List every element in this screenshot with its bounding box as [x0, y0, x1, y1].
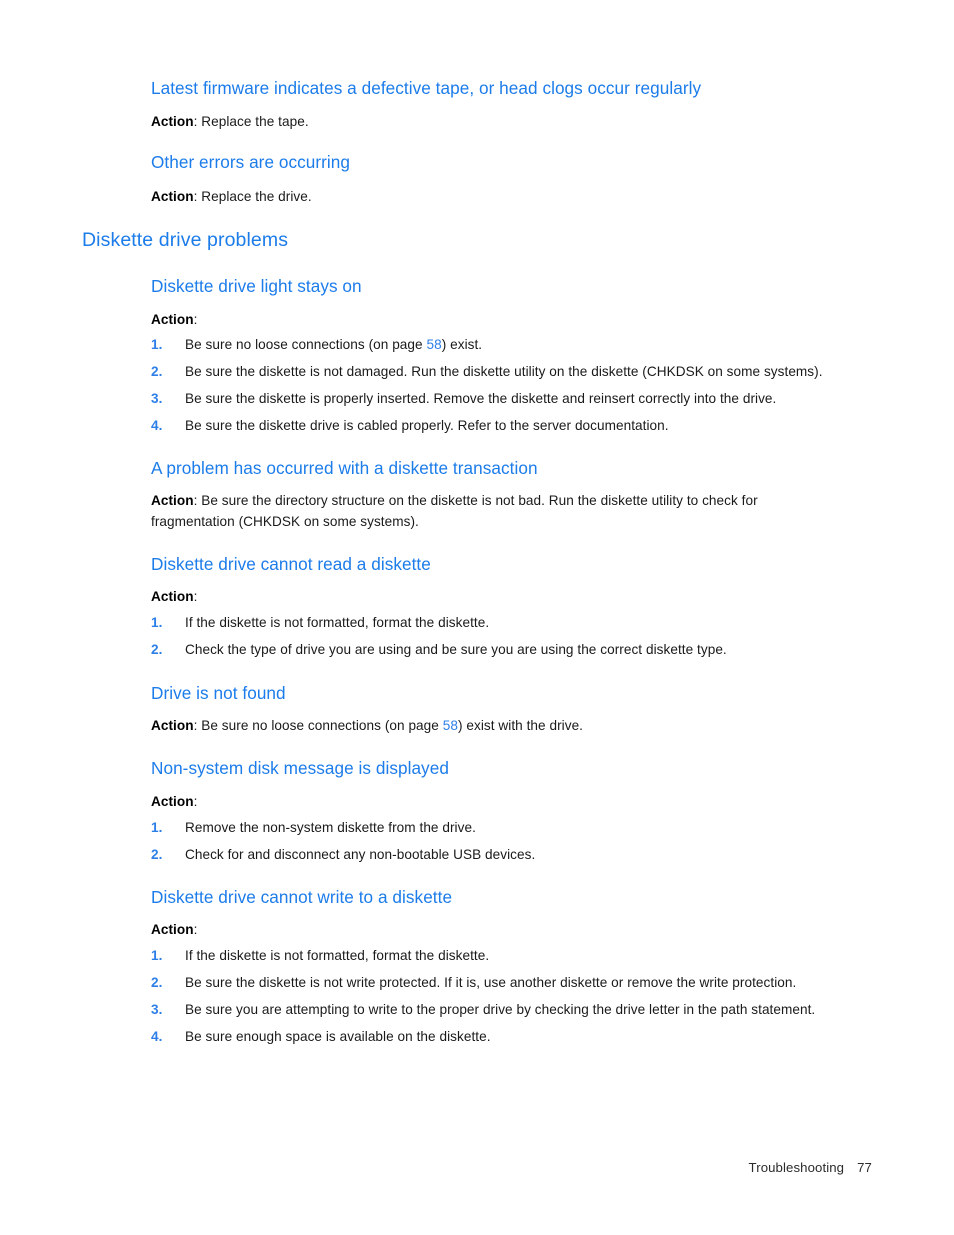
heading-diskette-light-stays-on: Diskette drive light stays on [151, 276, 362, 296]
list-item: 1. If the diskette is not formatted, form… [151, 612, 489, 633]
action-text: Replace the drive. [201, 189, 312, 204]
list-text: Check the type of drive you are using an… [185, 642, 727, 657]
list-text: Remove the non-system diskette from the … [185, 820, 476, 835]
action-label-non-system-disk: Action: [151, 791, 197, 812]
heading-drive-not-found: Drive is not found [151, 683, 286, 703]
action-label: Action [151, 493, 194, 508]
action-label: Action [151, 794, 194, 809]
list-number: 1. [151, 820, 163, 835]
list-text: Be sure you are attempting to write to t… [185, 1002, 816, 1017]
action-other-errors: Action: Replace the drive. [151, 186, 312, 207]
action-label: Action [151, 589, 194, 604]
action-label: Action [151, 718, 194, 733]
action-label-diskette-light: Action: [151, 309, 197, 330]
action-label: Action [151, 312, 194, 327]
list-text: Check for and disconnect any non-bootabl… [185, 847, 536, 862]
list-item: 1. Be sure no loose connections (on page … [151, 334, 482, 355]
action-label-cannot-read: Action: [151, 586, 197, 607]
action-latest-firmware: Action: Replace the tape. [151, 111, 309, 132]
list-text: If the diskette is not formatted, format… [185, 948, 490, 963]
list-text: If the diskette is not formatted, format… [185, 615, 490, 630]
action-label: Action [151, 922, 194, 937]
list-item: 2. Be sure the diskette is not damaged. R… [151, 361, 823, 382]
list-number: 1. [151, 615, 163, 630]
list-number: 2. [151, 847, 163, 862]
list-item: 2. Be sure the diskette is not write prot… [151, 972, 796, 993]
heading-non-system-disk: Non-system disk message is displayed [151, 758, 449, 778]
heading-diskette-drive-problems: Diskette drive problems [82, 229, 289, 251]
heading-latest-firmware: Latest firmware indicates a defective ta… [151, 78, 702, 98]
list-text: Be sure no loose connections (on page 58… [185, 337, 482, 352]
list-text-post: ) exist. [441, 337, 483, 352]
heading-cannot-write-diskette: Diskette drive cannot write to a diskett… [151, 887, 453, 907]
action-label: Action [151, 189, 194, 204]
document-page: Latest firmware indicates a defective ta… [0, 0, 954, 1235]
list-number: 3. [151, 391, 163, 406]
list-text: Be sure the diskette is not write protec… [185, 975, 797, 990]
heading-cannot-read-diskette: Diskette drive cannot read a diskette [151, 554, 431, 574]
list-item: 4. Be sure the diskette drive is cabled p… [151, 415, 669, 436]
action-text-pre: Be sure no loose connections (on page [201, 718, 443, 733]
list-text: Be sure enough space is available on the… [185, 1029, 491, 1044]
page-xref-link[interactable]: 58 [443, 718, 458, 733]
action-separator: : [193, 312, 198, 327]
action-label-cannot-write: Action: [151, 919, 197, 940]
action-problem-diskette-transaction: Action: Be sure the directory structure … [151, 490, 823, 532]
heading-other-errors: Other errors are occurring [151, 152, 351, 172]
list-number: 1. [151, 337, 163, 352]
list-item: 2. Check the type of drive you are using … [151, 639, 727, 660]
list-number: 1. [151, 948, 163, 963]
action-text-post: ) exist with the drive. [457, 718, 583, 733]
footer-page-number: 77 [857, 1160, 872, 1175]
list-text: Be sure the diskette drive is cabled pro… [185, 418, 669, 433]
list-number: 2. [151, 364, 163, 379]
page-footer: Troubleshooting 77 [749, 1160, 872, 1175]
action-label: Action [151, 114, 194, 129]
list-number: 2. [151, 642, 163, 657]
action-text: Replace the tape. [201, 114, 309, 129]
list-item: 2. Check for and disconnect any non-boota… [151, 844, 535, 865]
list-item: 3. Be sure you are attempting to write to… [151, 999, 815, 1020]
action-separator: : [193, 589, 198, 604]
action-drive-not-found: Action: Be sure no loose connections (on… [151, 715, 583, 736]
list-number: 4. [151, 1029, 163, 1044]
footer-section-name: Troubleshooting [748, 1160, 845, 1175]
action-text: Be sure the directory structure on the d… [151, 493, 758, 529]
action-separator: : [193, 794, 198, 809]
list-item: 1. Remove the non-system diskette from th… [151, 817, 476, 838]
action-separator: : [193, 922, 198, 937]
list-number: 3. [151, 1002, 163, 1017]
page-xref-link[interactable]: 58 [426, 337, 441, 352]
list-text: Be sure the diskette is not damaged. Run… [185, 364, 823, 379]
list-text-pre: Be sure no loose connections (on page [185, 337, 427, 352]
list-item: 1. If the diskette is not formatted, form… [151, 945, 489, 966]
list-text: Be sure the diskette is properly inserte… [185, 391, 777, 406]
list-item: 4. Be sure enough space is available on t… [151, 1026, 491, 1047]
list-number: 4. [151, 418, 163, 433]
list-number: 2. [151, 975, 163, 990]
heading-problem-diskette-transaction: A problem has occurred with a diskette t… [151, 458, 538, 478]
list-item: 3. Be sure the diskette is properly inser… [151, 388, 776, 409]
